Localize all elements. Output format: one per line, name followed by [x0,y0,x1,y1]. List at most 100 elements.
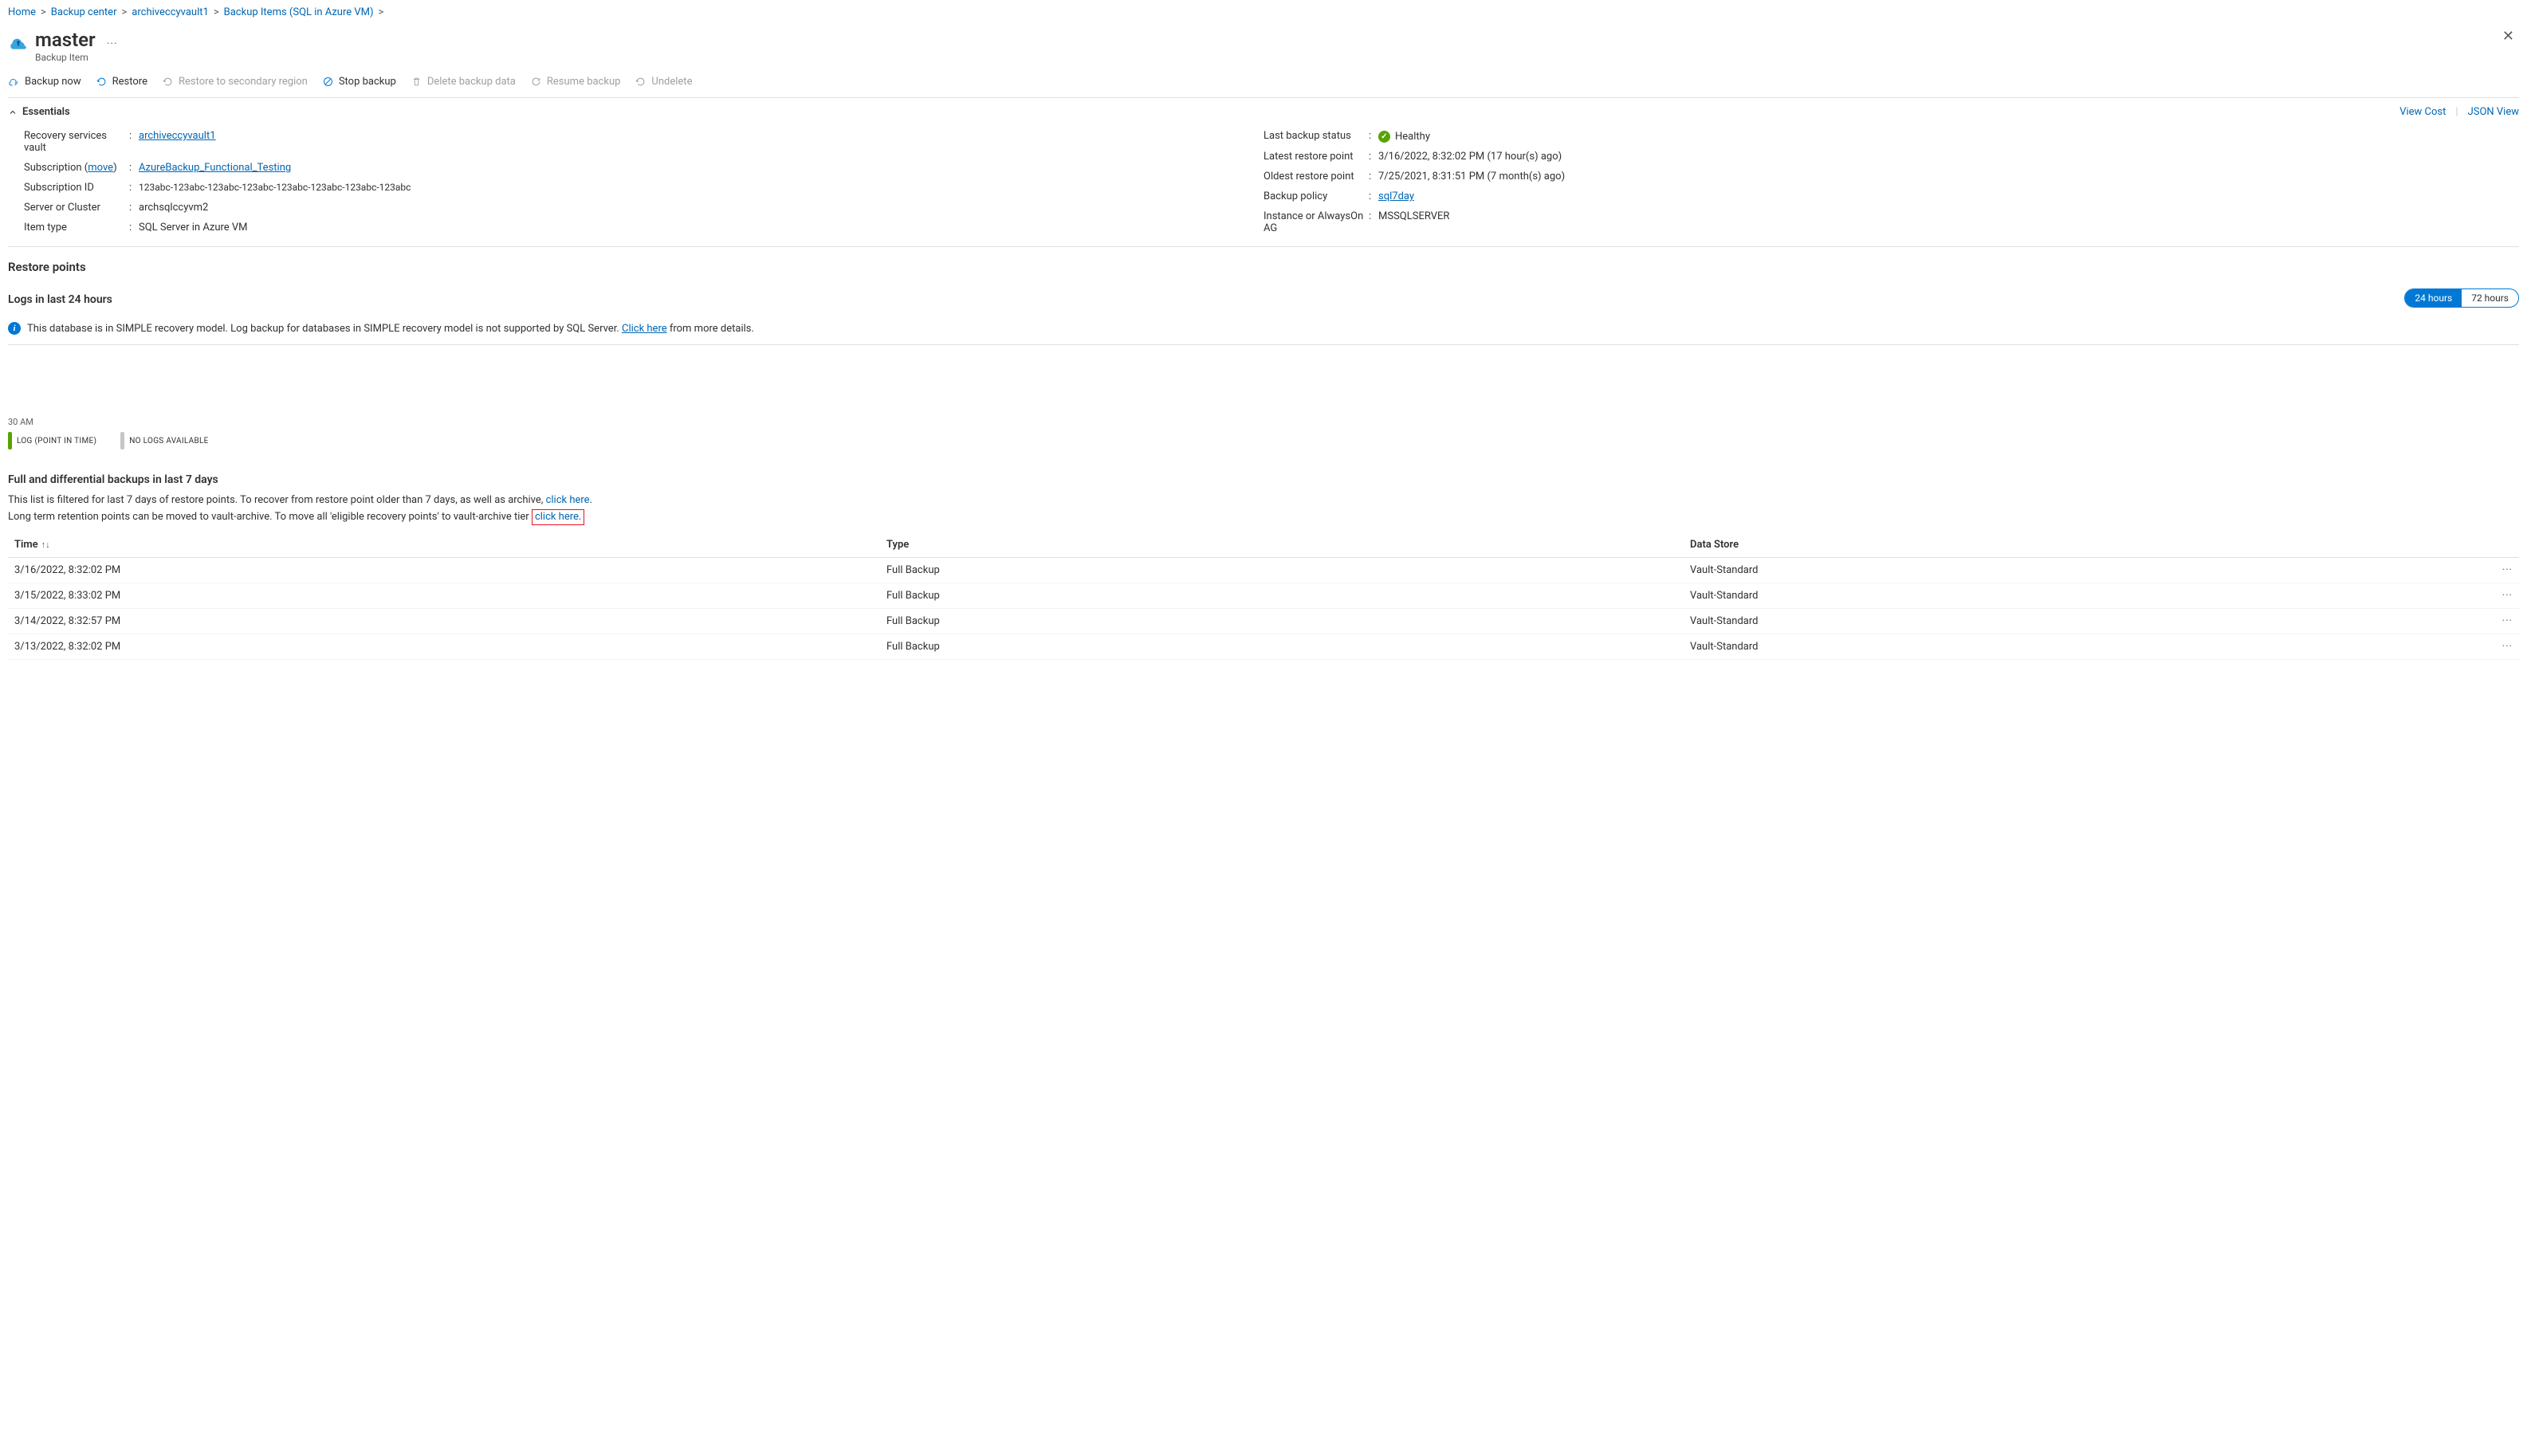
prop-label-last-status: Last backup status [1264,130,1369,142]
timeline-area: 30 AM LOG (POINT IN TIME) NO LOGS AVAILA… [8,417,2519,449]
vault-link[interactable]: archiveccyvault1 [139,130,216,142]
essentials-left-column: Recovery services vault : archiveccyvaul… [24,126,1264,238]
essentials-right-column: Last backup status : ✓ Healthy Latest re… [1264,126,2503,238]
full-diff-desc-1: This list is filtered for last 7 days of… [8,494,2519,506]
status-badge: ✓ Healthy [1378,131,1430,143]
row-more-button[interactable]: ··· [2487,583,2519,609]
legend-no-logs: NO LOGS AVAILABLE [120,432,208,449]
info-icon: i [8,322,21,335]
chevron-right-icon: > [121,6,127,18]
cell-data-store: Vault-Standard [1684,634,2487,660]
prop-label-latest-rp: Latest restore point [1264,151,1369,163]
json-view-link[interactable]: JSON View [2468,106,2519,118]
breadcrumb-backup-center[interactable]: Backup center [51,6,117,18]
server-value: archsqlccyvm2 [139,202,208,214]
table-row[interactable]: 3/14/2022, 8:32:57 PMFull BackupVault-St… [8,609,2519,634]
close-button[interactable]: ✕ [2502,29,2514,44]
essentials-toggle[interactable]: Essentials [8,106,70,118]
cell-time: 3/16/2022, 8:32:02 PM [8,558,880,583]
full-diff-desc-2: Long term retention points can be moved … [8,511,2519,523]
undo-icon [96,76,108,88]
backup-policy-link[interactable]: sql7day [1378,190,1414,202]
cell-data-store: Vault-Standard [1684,609,2487,634]
pill-24-hours[interactable]: 24 hours [2405,289,2462,307]
prop-label-vault: Recovery services vault [24,130,129,154]
trash-icon [411,76,422,88]
col-header-time[interactable]: Time↑↓ [8,532,880,558]
table-row[interactable]: 3/13/2022, 8:32:02 PMFull BackupVault-St… [8,634,2519,660]
chevron-up-icon [8,108,18,117]
restore-button[interactable]: Restore [96,76,147,88]
cloud-upload-icon [8,76,20,88]
legend-log-point-in-time: LOG (POINT IN TIME) [8,432,96,449]
restore-points-heading: Restore points [8,260,2519,274]
prop-label-subscription: Subscription (move) [24,162,129,174]
logs-heading: Logs in last 24 hours [8,293,112,306]
undelete-button: Undelete [635,76,692,88]
recover-older-link[interactable]: click here [546,494,590,506]
legend-swatch-grey [120,432,124,449]
time-range-toggle: 24 hours 72 hours [2404,288,2519,308]
prop-label-oldest-rp: Oldest restore point [1264,171,1369,182]
col-header-type[interactable]: Type [880,532,1684,558]
pill-72-hours[interactable]: 72 hours [2462,289,2518,307]
stop-icon [322,76,334,88]
full-diff-heading: Full and differential backups in last 7 … [8,473,2519,486]
table-row[interactable]: 3/16/2022, 8:32:02 PMFull BackupVault-St… [8,558,2519,583]
cell-time: 3/13/2022, 8:32:02 PM [8,634,880,660]
cell-data-store: Vault-Standard [1684,583,2487,609]
chevron-right-icon: > [41,6,46,18]
page-title: master [35,29,96,50]
chevron-right-icon: > [379,6,384,18]
command-bar: Backup now Restore Restore to secondary … [8,69,2519,98]
prop-label-server: Server or Cluster [24,202,129,214]
table-row[interactable]: 3/15/2022, 8:33:02 PMFull BackupVault-St… [8,583,2519,609]
undo-icon [162,76,174,88]
col-header-data-store[interactable]: Data Store [1684,532,2487,558]
undo-icon [635,76,646,88]
latest-rp-value: 3/16/2022, 8:32:02 PM (17 hour(s) ago) [1378,151,1562,163]
info-text: This database is in SIMPLE recovery mode… [27,323,622,335]
backup-table: Time↑↓ Type Data Store 3/16/2022, 8:32:0… [8,532,2519,660]
chevron-right-icon: > [214,6,219,18]
page-header: master Backup Item ··· ✕ [8,26,2519,69]
breadcrumb: Home > Backup center > archiveccyvault1 … [8,5,2519,26]
header-more-icon[interactable]: ··· [107,37,118,50]
backup-now-button[interactable]: Backup now [8,76,81,88]
oldest-rp-value: 7/25/2021, 8:31:51 PM (7 month(s) ago) [1378,171,1565,182]
row-more-button[interactable]: ··· [2487,634,2519,660]
info-banner: i This database is in SIMPLE recovery mo… [8,314,2519,345]
cell-type: Full Backup [880,609,1684,634]
refresh-icon [530,76,542,88]
row-more-button[interactable]: ··· [2487,558,2519,583]
cell-data-store: Vault-Standard [1684,558,2487,583]
info-click-here-link[interactable]: Click here [622,323,667,335]
essentials-panel: Recovery services vault : archiveccyvaul… [8,123,2519,247]
breadcrumb-items[interactable]: Backup Items (SQL in Azure VM) [224,6,374,18]
timeline-tick-label: 30 AM [8,417,2519,427]
cell-type: Full Backup [880,583,1684,609]
legend-swatch-green [8,432,12,449]
subscription-link[interactable]: AzureBackup_Functional_Testing [139,162,291,174]
cloud-backup-icon [8,33,29,53]
instance-value: MSSQLSERVER [1378,210,1449,222]
move-subscription-link[interactable]: move [88,162,113,174]
move-archive-link[interactable]: click here [535,511,579,523]
check-circle-icon: ✓ [1378,131,1390,143]
view-cost-link[interactable]: View Cost [2399,106,2446,118]
page-subtitle: Backup Item [35,52,96,63]
breadcrumb-home[interactable]: Home [8,6,36,18]
restore-secondary-button: Restore to secondary region [162,76,308,88]
cell-type: Full Backup [880,634,1684,660]
prop-label-instance: Instance or AlwaysOn AG [1264,210,1369,234]
prop-label-sub-id: Subscription ID [24,182,129,194]
prop-label-policy: Backup policy [1264,190,1369,202]
delete-backup-button: Delete backup data [411,76,516,88]
breadcrumb-vault[interactable]: archiveccyvault1 [132,6,209,18]
row-more-button[interactable]: ··· [2487,609,2519,634]
cell-time: 3/14/2022, 8:32:57 PM [8,609,880,634]
info-text-post: from more details. [667,323,754,335]
stop-backup-button[interactable]: Stop backup [322,76,396,88]
sort-icon: ↑↓ [41,540,50,550]
item-type-value: SQL Server in Azure VM [139,222,248,234]
